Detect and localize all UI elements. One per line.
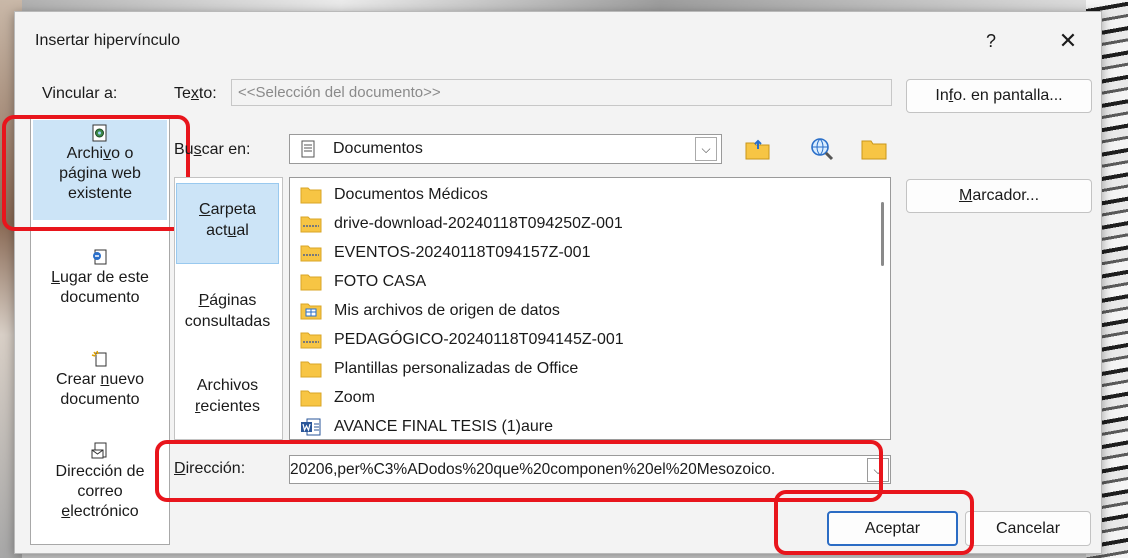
email-address-icon xyxy=(91,442,107,459)
file-name: EVENTOS-20240118T094157Z-001 xyxy=(334,243,591,261)
file-name: Mis archivos de origen de datos xyxy=(334,301,560,319)
highlight-address xyxy=(155,440,883,502)
zip-folder-icon xyxy=(300,332,322,348)
screen-tip-button[interactable]: Info. en pantalla... xyxy=(906,79,1092,113)
link-email-label: Dirección de correo electrónico xyxy=(55,463,145,520)
place-in-document-icon xyxy=(93,249,107,265)
zip-folder-icon xyxy=(300,216,322,232)
insert-hyperlink-dialog: Insertar hipervínculo ? ✕ Vincular a: Te… xyxy=(2,11,1102,555)
link-create-new-document[interactable]: Crear nuevo documento xyxy=(33,350,167,430)
browse-web-icon[interactable] xyxy=(808,135,836,161)
list-item[interactable]: FOTO CASA xyxy=(300,267,426,296)
title-bar: Insertar hipervínculo ? ✕ xyxy=(15,12,1101,68)
link-place-in-document[interactable]: Lugar de este documento xyxy=(33,248,167,328)
folder-icon xyxy=(300,187,322,203)
text-to-display-field[interactable]: <<Selección del documento>> xyxy=(231,79,892,106)
link-place-label: Lugar de este documento xyxy=(51,269,149,306)
list-item[interactable]: drive-download-20240118T094250Z-001 xyxy=(300,209,623,238)
link-email-address[interactable]: Dirección de correo electrónico xyxy=(33,442,167,542)
link-create-label: Crear nuevo documento xyxy=(55,371,145,408)
link-to-label: Vincular a: xyxy=(42,85,118,102)
data-sources-folder-icon xyxy=(300,303,322,319)
file-name: Plantillas personalizadas de Office xyxy=(334,359,579,377)
file-name: Documentos Médicos xyxy=(334,185,488,203)
help-button[interactable]: ? xyxy=(971,26,1011,56)
nav-current-folder[interactable]: Carpeta actual xyxy=(176,183,279,264)
navigation-panel: Carpeta actual Páginas consultadas Archivo… xyxy=(174,177,283,440)
file-name: drive-download-20240118T094250Z-001 xyxy=(334,214,623,232)
word-document-icon xyxy=(301,418,321,435)
file-list: Documentos Médicos drive-download-202401… xyxy=(289,177,891,440)
file-name: AVANCE FINAL TESIS (1)aure xyxy=(334,417,554,435)
file-name: PEDAGÓGICO-20240118T094145Z-001 xyxy=(334,330,624,348)
cancel-button[interactable]: Cancelar xyxy=(965,511,1091,546)
nav-recent-files[interactable]: Archivos recientes xyxy=(176,375,279,425)
list-item[interactable]: AVANCE FINAL TESIS (1)aure xyxy=(300,412,554,439)
text-to-display-value: <<Selección del documento>> xyxy=(238,84,441,101)
list-item[interactable]: Zoom xyxy=(300,383,375,412)
highlight-link-to-existing xyxy=(2,115,190,231)
close-button[interactable]: ✕ xyxy=(1048,26,1088,56)
look-in-value: Documentos xyxy=(333,140,423,157)
list-item[interactable]: EVENTOS-20240118T094157Z-001 xyxy=(300,238,590,267)
list-item[interactable]: Plantillas personalizadas de Office xyxy=(300,354,578,383)
new-document-icon xyxy=(91,350,107,367)
dialog-title: Insertar hipervínculo xyxy=(35,32,180,49)
bookmark-button[interactable]: Marcador... xyxy=(906,179,1092,213)
folder-icon xyxy=(300,361,322,377)
up-one-folder-icon[interactable] xyxy=(744,135,772,161)
file-name: FOTO CASA xyxy=(334,272,427,290)
file-list-scrollbar[interactable] xyxy=(881,202,884,266)
list-item[interactable]: Documentos Médicos xyxy=(300,180,488,209)
list-item[interactable]: PEDAGÓGICO-20240118T094145Z-001 xyxy=(300,325,624,354)
look-in-label: Buscar en: xyxy=(174,141,251,158)
look-in-dropdown-arrow[interactable]: ⌵ xyxy=(695,137,717,161)
folder-icon xyxy=(300,390,322,406)
look-in-dropdown[interactable]: Documentos ⌵ xyxy=(289,134,722,164)
zip-folder-icon xyxy=(300,245,322,261)
file-name: Zoom xyxy=(334,388,375,406)
nav-browsed-pages[interactable]: Páginas consultadas xyxy=(176,290,279,340)
folder-icon xyxy=(300,274,322,290)
browse-file-icon[interactable] xyxy=(860,135,888,161)
highlight-ok xyxy=(774,490,974,555)
text-label: Texto: xyxy=(174,85,217,102)
list-item[interactable]: Mis archivos de origen de datos xyxy=(300,296,560,325)
documents-icon xyxy=(301,140,315,158)
